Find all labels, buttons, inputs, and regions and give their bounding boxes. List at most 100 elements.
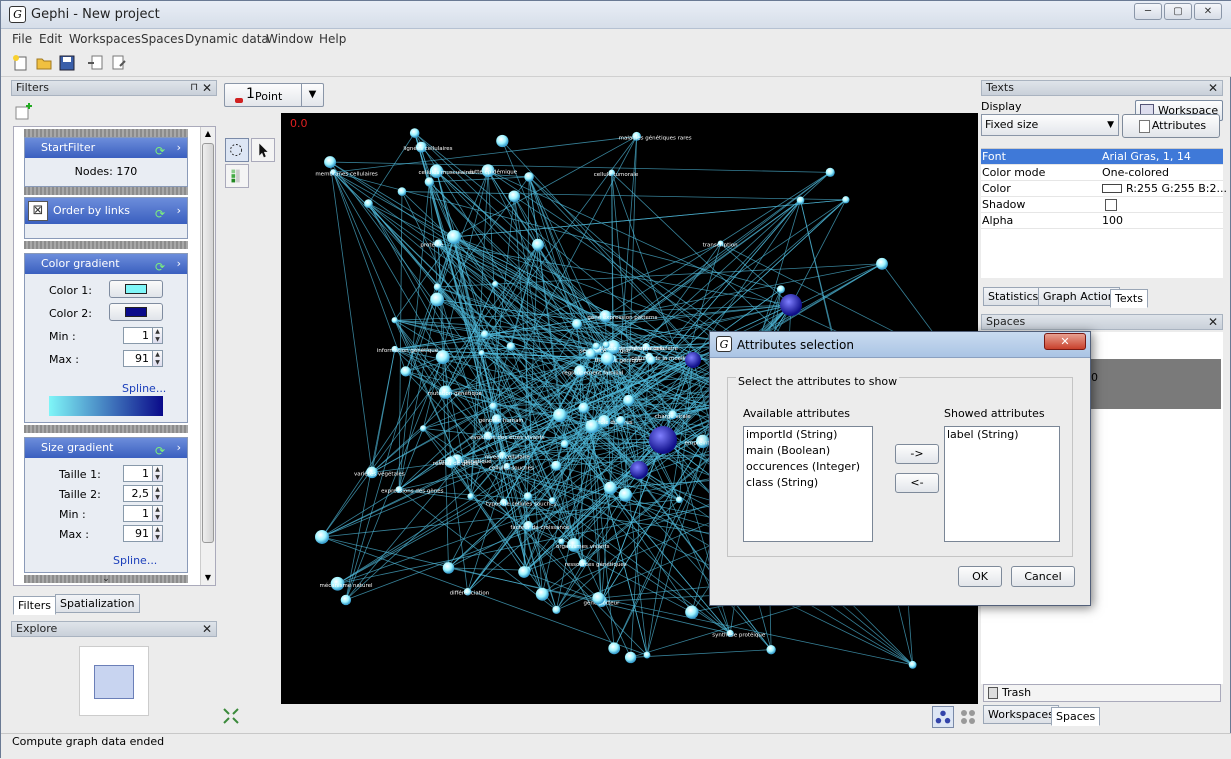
available-attribute-item[interactable]: main (Boolean) <box>744 443 872 459</box>
close-window-button[interactable]: ✕ <box>1194 3 1222 20</box>
available-attributes-list[interactable]: importId (String)main (Boolean)occurence… <box>743 426 873 542</box>
graph-node[interactable] <box>586 349 596 359</box>
graph-node[interactable] <box>603 341 610 348</box>
graph-node[interactable] <box>341 595 351 605</box>
color-spline-link[interactable]: Spline... <box>122 382 166 395</box>
graph-node[interactable] <box>518 566 530 578</box>
import-icon[interactable] <box>87 54 105 72</box>
property-value[interactable]: One-colored <box>1102 165 1169 181</box>
available-attribute-item[interactable]: occurences (Integer) <box>744 459 872 475</box>
graph-node[interactable] <box>561 440 569 448</box>
graph-node[interactable] <box>524 172 534 182</box>
color-max-input[interactable]: 91 <box>123 350 153 367</box>
graph-node[interactable] <box>685 606 698 619</box>
graph-node[interactable] <box>876 258 888 270</box>
graph-node[interactable] <box>553 409 567 423</box>
graph-node[interactable] <box>447 230 461 244</box>
pin-icon[interactable]: ⊓ <box>190 81 198 95</box>
chevron-down-icon[interactable]: ▼ <box>301 84 323 106</box>
graph-node[interactable] <box>401 366 411 376</box>
minimap-viewport[interactable] <box>94 665 134 699</box>
graph-node[interactable] <box>647 356 656 365</box>
property-value[interactable]: Arial Gras, 1, 14 <box>1102 149 1191 165</box>
graph-node[interactable] <box>436 350 450 364</box>
graph-node[interactable] <box>496 135 508 147</box>
graph-node[interactable] <box>777 285 785 293</box>
graph-node[interactable] <box>536 588 549 601</box>
graph-node[interactable] <box>481 330 489 338</box>
menu-file[interactable]: File <box>12 32 32 46</box>
minimize-button[interactable]: ─ <box>1134 3 1162 20</box>
trash-item[interactable]: Trash <box>983 684 1221 702</box>
graph-node[interactable] <box>410 128 420 138</box>
graph-node[interactable] <box>532 239 544 251</box>
property-row[interactable]: Shadow <box>981 197 1223 213</box>
graph-node[interactable] <box>430 293 444 307</box>
chevron-right-icon[interactable]: › <box>177 138 181 158</box>
graph-node[interactable] <box>604 482 617 495</box>
size-spline-link[interactable]: Spline... <box>113 554 157 567</box>
maximize-button[interactable]: ▢ <box>1164 3 1192 20</box>
graph-node[interactable] <box>392 317 398 323</box>
graph-node[interactable] <box>909 661 917 669</box>
menu-workspaces[interactable]: Workspaces <box>69 32 141 46</box>
scroll-down-icon[interactable]: ▼ <box>201 571 215 585</box>
nodes-mode-icon[interactable] <box>958 706 978 728</box>
graph-node[interactable] <box>572 319 582 329</box>
export-icon[interactable] <box>110 54 128 72</box>
taille2-input[interactable]: 2,5 <box>123 485 153 502</box>
dialog-close-button[interactable]: ✕ <box>1044 333 1086 350</box>
size-min-input[interactable]: 1 <box>123 505 153 522</box>
graph-node[interactable] <box>676 496 683 503</box>
graph-node[interactable] <box>425 177 434 186</box>
graph-node[interactable] <box>420 425 427 432</box>
graph-mode-icon[interactable] <box>932 706 954 728</box>
menu-spaces[interactable]: Spaces <box>141 32 184 46</box>
scrollbar-thumb[interactable] <box>202 143 214 543</box>
graph-node[interactable] <box>508 190 520 202</box>
menu-window[interactable]: Window <box>266 32 313 46</box>
close-icon[interactable]: ✕ <box>1208 315 1218 329</box>
graph-node[interactable] <box>842 196 849 203</box>
size-max-input[interactable]: 91 <box>123 525 153 542</box>
showed-attribute-item[interactable]: label (String) <box>945 427 1059 443</box>
graph-node[interactable] <box>593 343 600 350</box>
minimap[interactable] <box>79 646 149 716</box>
graph-node[interactable] <box>616 416 625 425</box>
property-row[interactable]: Color modeOne-colored <box>981 165 1223 181</box>
menu-edit[interactable]: Edit <box>39 32 62 46</box>
property-row[interactable]: FontArial Gras, 1, 14 <box>981 149 1223 165</box>
shadow-checkbox[interactable] <box>1105 199 1117 211</box>
color2-picker-button[interactable] <box>109 303 163 321</box>
graph-node[interactable] <box>608 642 620 654</box>
graph-node[interactable] <box>443 562 455 574</box>
graph-node[interactable] <box>364 199 373 208</box>
size-max-stepper[interactable]: ▲▼ <box>153 525 163 542</box>
graph-node[interactable] <box>780 294 802 316</box>
graph-node[interactable] <box>585 420 599 434</box>
open-project-icon[interactable] <box>35 54 53 72</box>
center-graph-icon[interactable] <box>222 707 240 725</box>
point-size-selector[interactable]: 1 Point ▼ <box>224 83 324 107</box>
graph-node[interactable] <box>489 402 497 410</box>
graph-node[interactable] <box>467 493 474 500</box>
graph-node[interactable] <box>398 187 407 196</box>
tab-graph-action[interactable]: Graph Action <box>1038 287 1120 306</box>
graph-node[interactable] <box>315 530 329 544</box>
graph-node[interactable] <box>507 342 515 350</box>
menu-dynamic-data[interactable]: Dynamic data <box>185 32 269 46</box>
rectangle-select-tool[interactable] <box>225 138 249 162</box>
graph-node[interactable] <box>558 538 564 544</box>
tab-statistics[interactable]: Statistics <box>983 287 1043 306</box>
color1-picker-button[interactable] <box>109 280 163 298</box>
start-filter[interactable]: StartFilter ⟳ › Nodes: 170 <box>24 137 188 187</box>
taille1-stepper[interactable]: ▲▼ <box>153 465 163 482</box>
color-max-stepper[interactable]: ▲▼ <box>153 350 163 367</box>
property-value[interactable]: R:255 G:255 B:2... <box>1126 181 1227 197</box>
graph-node[interactable] <box>524 492 532 500</box>
remove-filter-icon[interactable]: ⊠ <box>28 201 48 221</box>
graph-node[interactable] <box>797 197 805 205</box>
graph-node[interactable] <box>644 652 651 659</box>
graph-node[interactable] <box>619 488 632 501</box>
refresh-icon[interactable]: ⟳ <box>155 141 165 161</box>
